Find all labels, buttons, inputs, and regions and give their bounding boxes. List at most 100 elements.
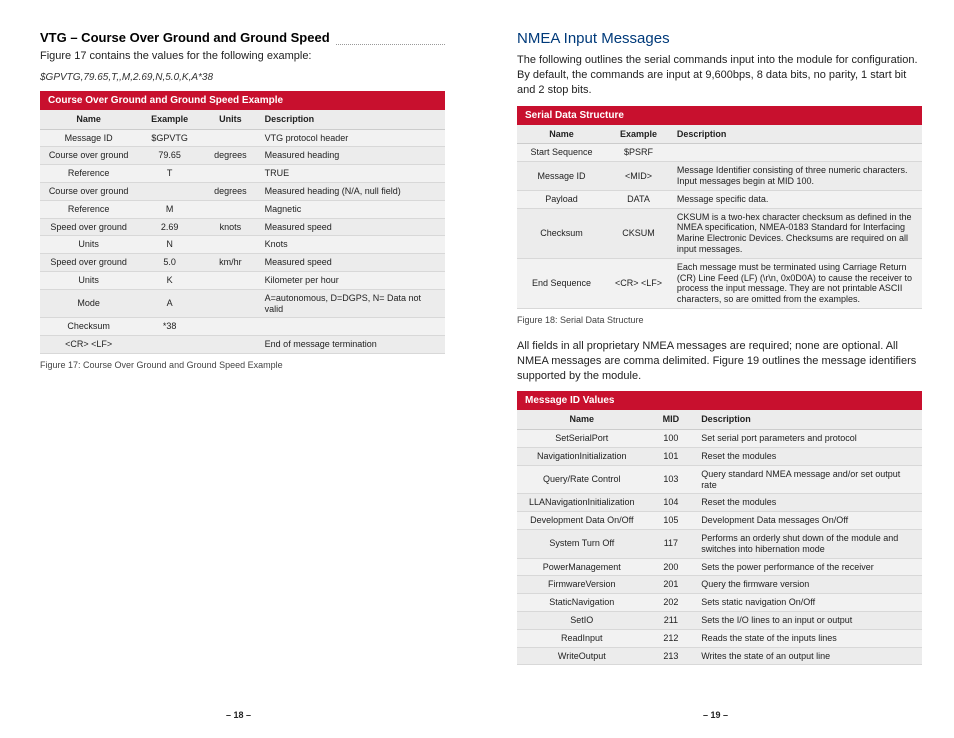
cell: End of message termination [259,336,445,354]
nmea-para2: All fields in all proprietary NMEA messa… [517,339,922,384]
cell: DATA [606,190,671,208]
table-row: PowerManagement200Sets the power perform… [517,558,922,576]
cell: Query the firmware version [695,576,922,594]
table-row: <CR> <LF> End of message termination [40,336,445,354]
cell: Sets the I/O lines to an input or output [695,611,922,629]
caption-fig17: Figure 17: Course Over Ground and Ground… [40,360,445,370]
dot-leader [336,35,445,45]
table-row: UnitsKKilometer per hour [40,272,445,290]
cell [137,336,202,354]
cell: <CR> <LF> [606,258,671,308]
table-row: System Turn Off117Performs an orderly sh… [517,530,922,559]
cell: Measured heading (N/A, null field) [259,183,445,201]
cell: Message ID [517,162,606,191]
cell: Start Sequence [517,144,606,162]
cell: 201 [647,576,696,594]
cell: Course over ground [40,147,137,165]
col-name: Name [517,410,647,429]
cell [259,318,445,336]
nmea-intro: The following outlines the serial comman… [517,53,922,98]
cell: <CR> <LF> [40,336,137,354]
cell: 200 [647,558,696,576]
cell: Reference [40,165,137,183]
table-row: Message ID$GPVTGVTG protocol header [40,129,445,147]
cell: Checksum [40,318,137,336]
cell: Each message must be terminated using Ca… [671,258,922,308]
cell: System Turn Off [517,530,647,559]
cell: 211 [647,611,696,629]
caption-fig18: Figure 18: Serial Data Structure [517,315,922,325]
cell: Reset the modules [695,448,922,466]
cell: Sets static navigation On/Off [695,594,922,612]
col-example: Example [137,110,202,129]
cell: A [137,289,202,318]
cell: VTG protocol header [259,129,445,147]
table-row: StaticNavigation202Sets static navigatio… [517,594,922,612]
cell: 2.69 [137,218,202,236]
col-desc: Description [259,110,445,129]
vtg-heading: VTG – Course Over Ground and Ground Spee… [40,30,330,45]
table-row: ChecksumCKSUMCKSUM is a two-hex characte… [517,208,922,258]
cell: 103 [647,465,696,494]
cell: 79.65 [137,147,202,165]
cell: 5.0 [137,254,202,272]
cell: Measured speed [259,254,445,272]
table-serial: Serial Data Structure Name Example Descr… [517,106,922,309]
col-units: Units [202,110,259,129]
table-row: Development Data On/Off105Development Da… [517,512,922,530]
cell [671,144,922,162]
cell: km/hr [202,254,259,272]
cell: *38 [137,318,202,336]
table-vtg-body: Message ID$GPVTGVTG protocol headerCours… [40,129,445,353]
cell: Writes the state of an output line [695,647,922,665]
cell: T [137,165,202,183]
page-number-left: – 18 – [226,710,251,720]
cell: SetSerialPort [517,430,647,448]
table-serial-body: Start Sequence$PSRFMessage ID<MID>Messag… [517,144,922,309]
table-row: End Sequence<CR> <LF>Each message must b… [517,258,922,308]
page-number-right: – 19 – [703,710,728,720]
cell: CKSUM is a two-hex character checksum as… [671,208,922,258]
table-mid-title: Message ID Values [517,391,922,410]
cell: degrees [202,147,259,165]
table-row: LLANavigationInitialization104Reset the … [517,494,922,512]
table-row: ReadInput212Reads the state of the input… [517,629,922,647]
cell [202,289,259,318]
page-left: VTG – Course Over Ground and Ground Spee… [0,0,477,738]
cell: SetIO [517,611,647,629]
table-row: ReferenceMMagnetic [40,200,445,218]
table-row: Query/Rate Control103Query standard NMEA… [517,465,922,494]
table-row: SetIO211Sets the I/O lines to an input o… [517,611,922,629]
vtg-sample: $GPVTG,79.65,T,,M,2.69,N,5.0,K,A*38 [40,72,445,83]
cell: Magnetic [259,200,445,218]
cell: 117 [647,530,696,559]
cell: Speed over ground [40,218,137,236]
cell: Measured speed [259,218,445,236]
cell: End Sequence [517,258,606,308]
table-row: FirmwareVersion201Query the firmware ver… [517,576,922,594]
cell: Message specific data. [671,190,922,208]
cell: <MID> [606,162,671,191]
cell: Set serial port parameters and protocol [695,430,922,448]
cell [202,200,259,218]
cell: K [137,272,202,290]
cell [202,236,259,254]
cell: $GPVTG [137,129,202,147]
table-row: Speed over ground5.0km/hrMeasured speed [40,254,445,272]
col-name: Name [517,125,606,144]
cell: A=autonomous, D=DGPS, N= Data not valid [259,289,445,318]
cell: Message Identifier consisting of three n… [671,162,922,191]
table-row: Speed over ground2.69knotsMeasured speed [40,218,445,236]
table-row: Course over ground79.65degreesMeasured h… [40,147,445,165]
table-row: Message ID<MID>Message Identifier consis… [517,162,922,191]
cell: 202 [647,594,696,612]
cell [202,318,259,336]
cell: degrees [202,183,259,201]
table-row: ReferenceTTRUE [40,165,445,183]
cell: Speed over ground [40,254,137,272]
cell: Measured heading [259,147,445,165]
cell: 212 [647,629,696,647]
cell: Kilometer per hour [259,272,445,290]
table-row: UnitsNKnots [40,236,445,254]
cell: Knots [259,236,445,254]
